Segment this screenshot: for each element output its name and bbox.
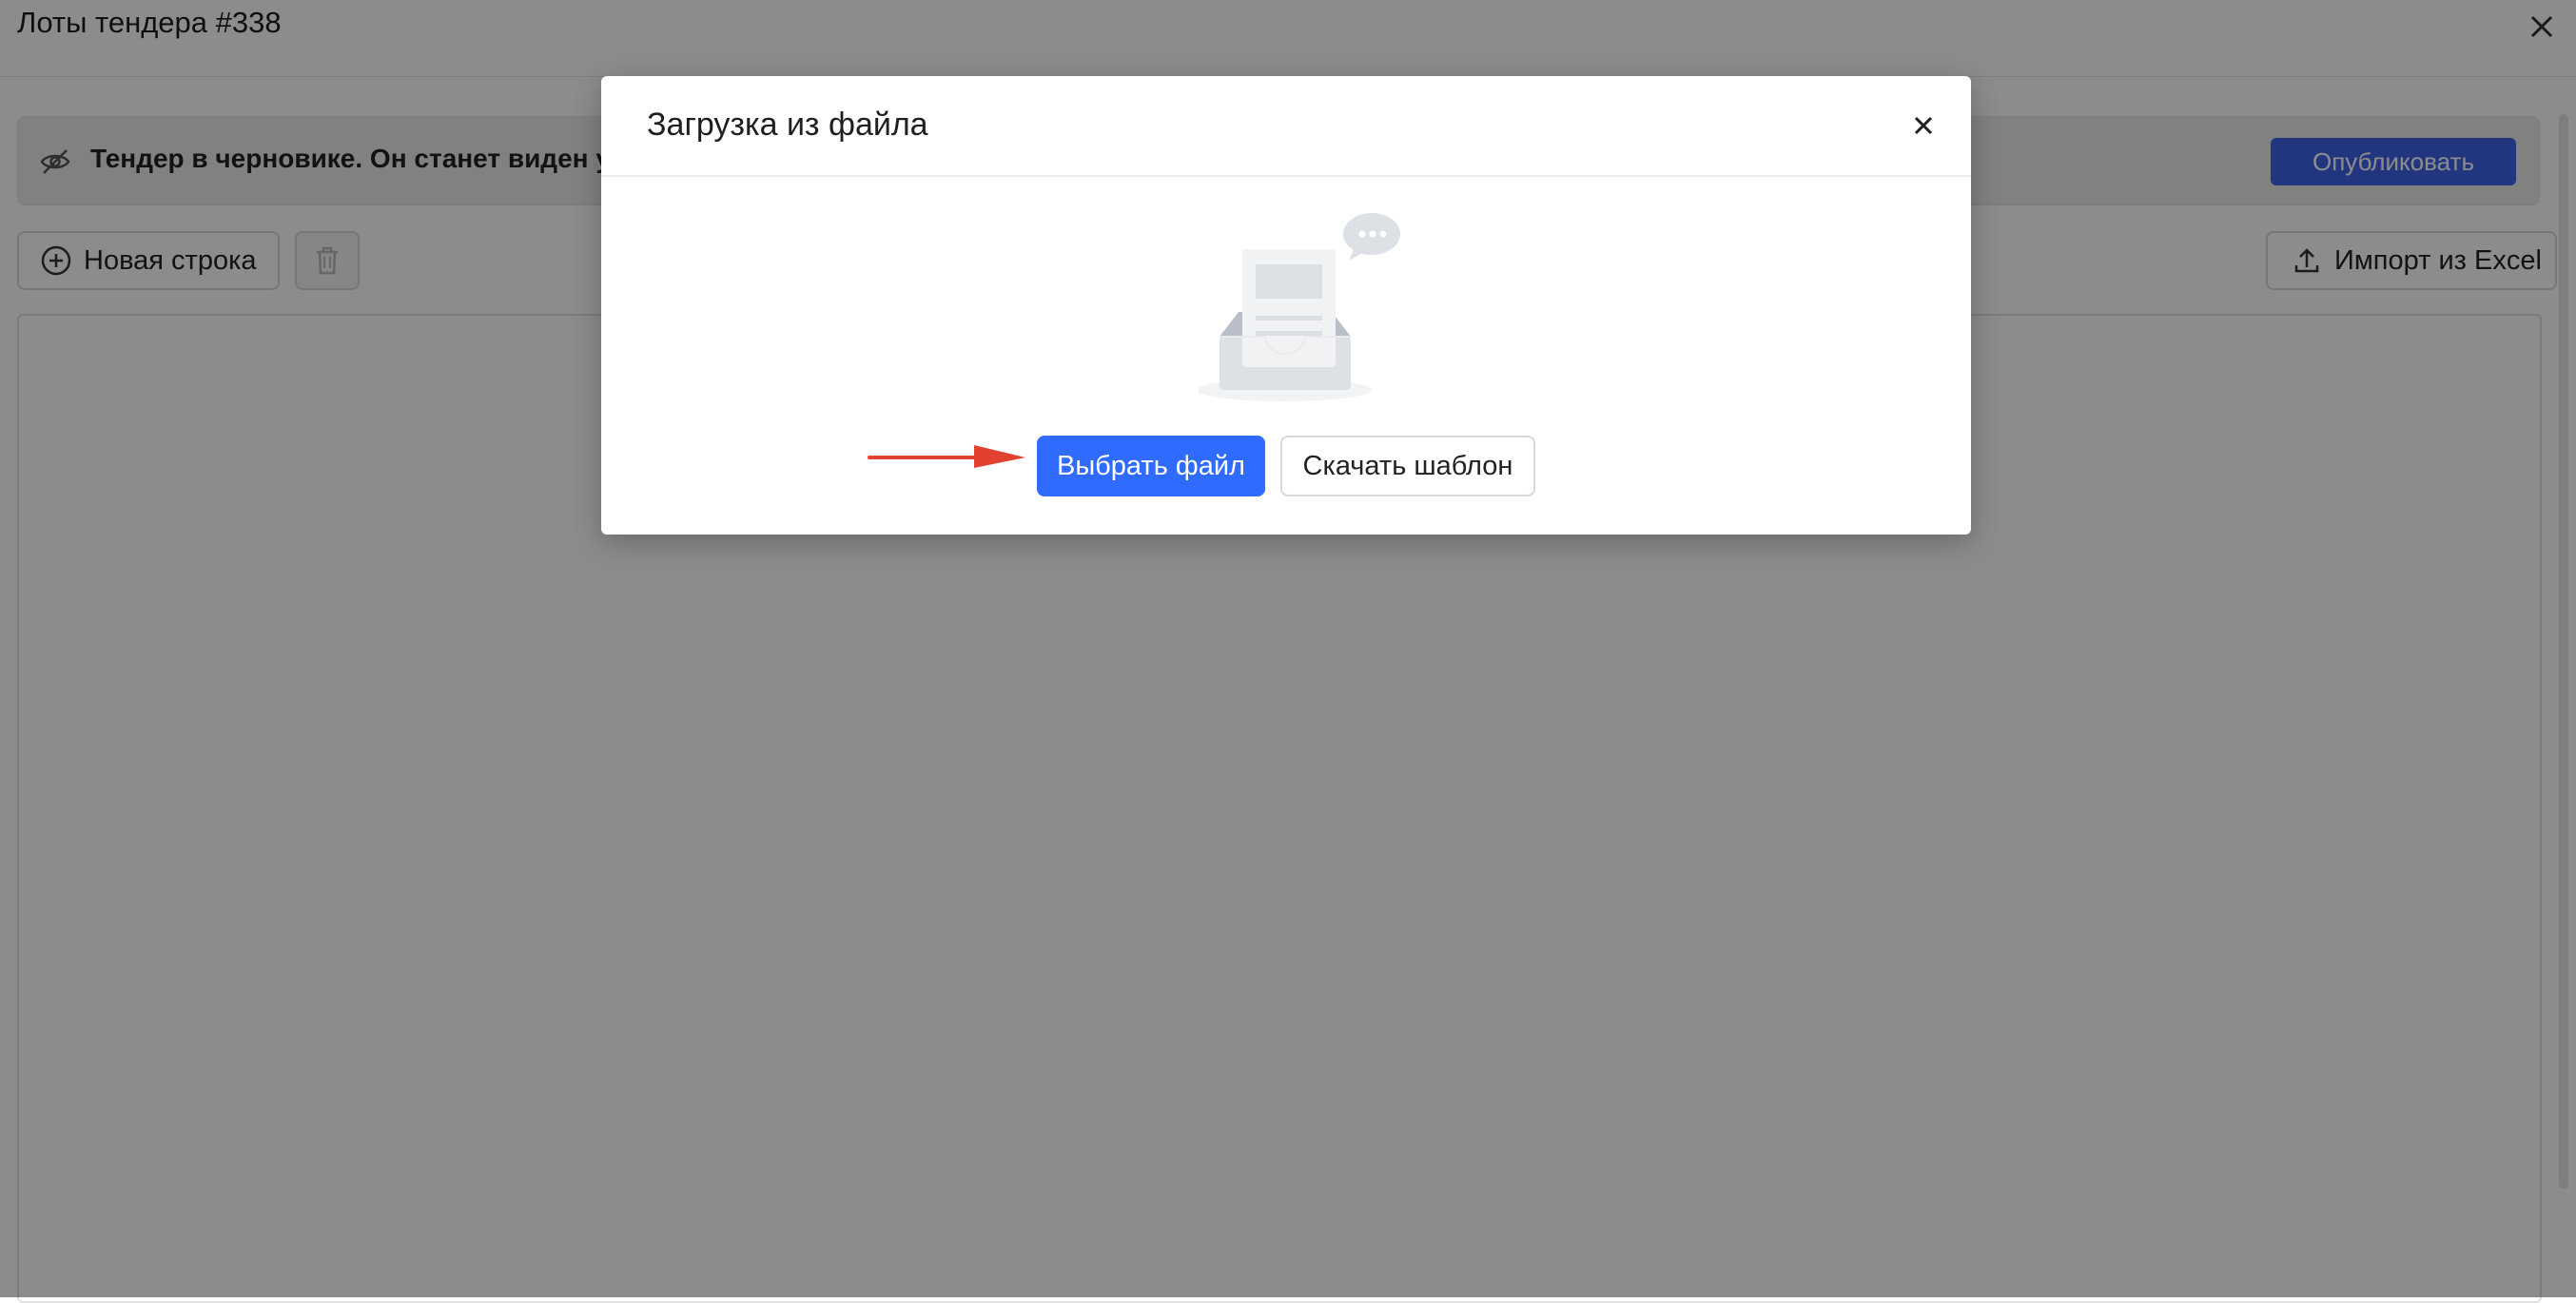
- close-icon[interactable]: [1910, 112, 1937, 139]
- modal-title: Загрузка из файла: [647, 107, 928, 143]
- upload-modal: Загрузка из файла Выбрать файл Скачать ш…: [601, 76, 1971, 535]
- modal-header: Загрузка из файла: [601, 76, 1971, 177]
- arrow-annotation: [868, 445, 1025, 468]
- choose-file-button[interactable]: Выбрать файл: [1037, 436, 1265, 496]
- empty-inbox-illustration: [1199, 213, 1400, 401]
- download-template-button[interactable]: Скачать шаблон: [1280, 436, 1535, 496]
